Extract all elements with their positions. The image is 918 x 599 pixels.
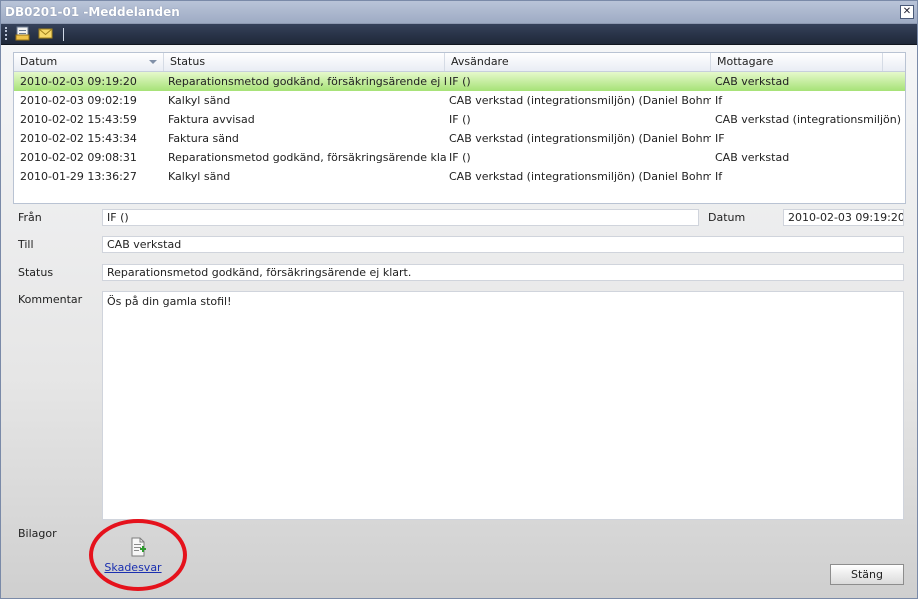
cell-avsandare: IF (): [449, 151, 471, 164]
cell-status: Reparationsmetod godkänd, försäkringsäre…: [168, 75, 446, 88]
document-add-icon[interactable]: [131, 537, 147, 557]
column-header-avsandare[interactable]: Avsändare: [445, 53, 711, 71]
column-header-label: Status: [170, 55, 206, 68]
datum-field[interactable]: 2010-02-03 09:19:20: [783, 209, 904, 226]
fran-label: Från: [18, 211, 42, 224]
cell-mottagare: If: [715, 94, 723, 107]
title-bar[interactable]: DB0201-01 -Meddelanden ✕: [1, 1, 917, 24]
table-row[interactable]: 2010-02-03 09:19:20 Reparationsmetod god…: [14, 72, 905, 91]
cell-status: Faktura avvisad: [168, 113, 255, 126]
open-message-icon[interactable]: [15, 26, 31, 41]
window-title: DB0201-01 -Meddelanden: [5, 5, 180, 19]
status-field[interactable]: Reparationsmetod godkänd, försäkringsäre…: [102, 264, 904, 281]
attachment-link[interactable]: Skadesvar: [97, 561, 169, 574]
status-label: Status: [18, 266, 54, 279]
cell-datum: 2010-02-02 15:43:59: [20, 113, 137, 126]
cell-mottagare: CAB verkstad: [715, 151, 790, 164]
cell-mottagare: CAB verkstad: [715, 75, 790, 88]
close-window-button[interactable]: ✕: [900, 5, 914, 19]
cell-status: Reparationsmetod godkänd, försäkringsäre…: [168, 151, 446, 164]
cell-datum: 2010-02-03 09:02:19: [20, 94, 137, 107]
content-area: Datum Status Avsändare Mottagare 2010-02…: [1, 45, 917, 598]
bilagor-label: Bilagor: [18, 527, 57, 540]
kommentar-label: Kommentar: [18, 293, 83, 306]
cell-avsandare: CAB verkstad (integrationsmiljön) (Danie…: [449, 94, 711, 107]
cell-datum: 2010-02-03 09:19:20: [20, 75, 137, 88]
datum-label: Datum: [708, 211, 746, 224]
grid-header: Datum Status Avsändare Mottagare: [14, 53, 905, 72]
column-header-status[interactable]: Status: [164, 53, 445, 71]
cell-avsandare: CAB verkstad (integrationsmiljön) (Danie…: [449, 132, 711, 145]
cell-status: Faktura sänd: [168, 132, 239, 145]
cell-status: Kalkyl sänd: [168, 170, 231, 183]
table-row[interactable]: 2010-02-02 09:08:31 Reparationsmetod god…: [14, 148, 905, 167]
table-row[interactable]: 2010-02-02 15:43:34 Faktura sänd CAB ver…: [14, 129, 905, 148]
attachment-skadesvar[interactable]: Skadesvar: [97, 535, 169, 579]
cell-mottagare: CAB verkstad (integrationsmiljön): [715, 113, 902, 126]
cell-avsandare: CAB verkstad (integrationsmiljön) (Danie…: [449, 170, 711, 183]
cell-mottagare: If: [715, 170, 723, 183]
cell-datum: 2010-01-29 13:36:27: [20, 170, 137, 183]
sort-arrow-icon: [149, 60, 157, 64]
cell-status: Kalkyl sänd: [168, 94, 231, 107]
toolbar-grip[interactable]: [5, 27, 9, 40]
toolbar-separator: [63, 28, 64, 41]
messages-grid[interactable]: Datum Status Avsändare Mottagare 2010-02…: [13, 52, 906, 204]
cell-avsandare: IF (): [449, 75, 471, 88]
stang-button[interactable]: Stäng: [830, 564, 904, 585]
column-header-label: Avsändare: [451, 55, 509, 68]
column-header-datum[interactable]: Datum: [14, 53, 164, 71]
column-header-mottagare[interactable]: Mottagare: [711, 53, 883, 71]
cell-mottagare: IF: [715, 132, 725, 145]
till-label: Till: [18, 238, 34, 251]
cell-datum: 2010-02-02 09:08:31: [20, 151, 137, 164]
cell-datum: 2010-02-02 15:43:34: [20, 132, 137, 145]
table-row[interactable]: 2010-01-29 13:36:27 Kalkyl sänd CAB verk…: [14, 167, 905, 186]
cell-avsandare: IF (): [449, 113, 471, 126]
fran-field[interactable]: IF (): [102, 209, 699, 226]
messages-window: DB0201-01 -Meddelanden ✕ Datum Status Av…: [0, 0, 918, 599]
column-header-label: Datum: [20, 55, 58, 68]
new-message-icon[interactable]: [38, 26, 54, 41]
kommentar-textarea[interactable]: Ös på din gamla stofil!: [102, 291, 904, 520]
toolbar: [1, 24, 917, 45]
table-row[interactable]: 2010-02-02 15:43:59 Faktura avvisad IF (…: [14, 110, 905, 129]
column-header-label: Mottagare: [717, 55, 774, 68]
table-row[interactable]: 2010-02-03 09:02:19 Kalkyl sänd CAB verk…: [14, 91, 905, 110]
till-field[interactable]: CAB verkstad: [102, 236, 904, 253]
